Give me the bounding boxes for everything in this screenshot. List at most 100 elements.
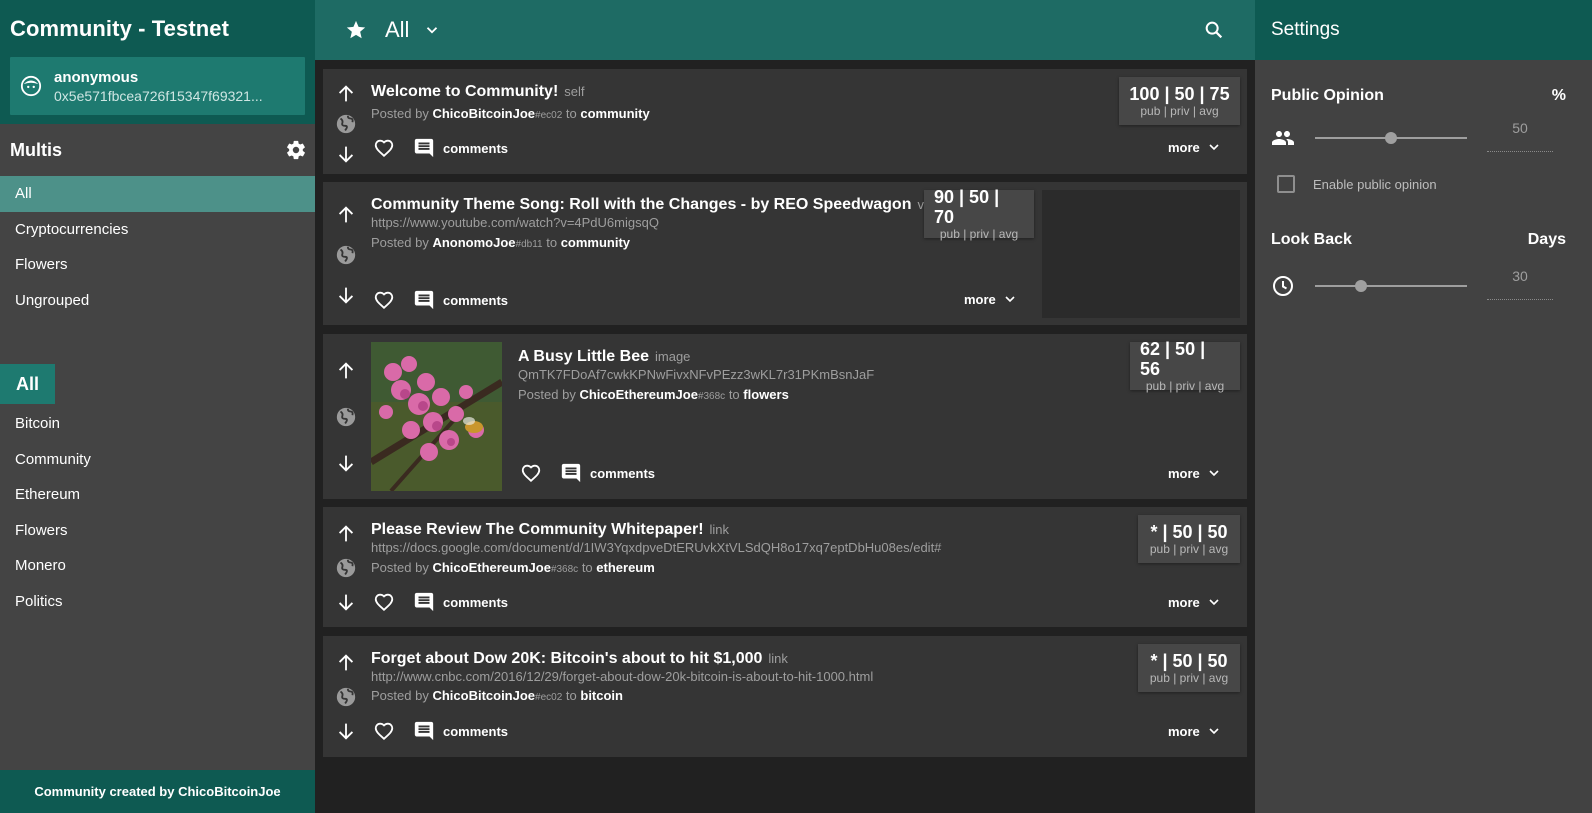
topic-item-community[interactable]: Community <box>0 442 315 478</box>
downvote-arrow-icon[interactable] <box>335 452 357 474</box>
vote-column <box>335 523 357 613</box>
post-title-text[interactable]: Welcome to Community! <box>371 83 558 100</box>
multi-item-all[interactable]: All <box>0 176 315 212</box>
comments-link[interactable]: comments <box>443 724 508 739</box>
post-url[interactable]: https://www.youtube.com/watch?v=4PdU6mig… <box>371 215 659 230</box>
post-title[interactable]: Welcome to Community! self <box>371 83 585 101</box>
post-title-text[interactable]: Please Review The Community Whitepaper! <box>371 521 704 538</box>
upvote-arrow-icon[interactable] <box>335 523 357 545</box>
post-url[interactable]: http://www.cnbc.com/2016/12/29/forget-ab… <box>371 669 873 684</box>
comment-icon[interactable] <box>413 137 435 159</box>
heart-icon[interactable] <box>373 591 395 613</box>
score-values: 90 | 50 | 70 <box>934 187 1000 227</box>
more-label: more <box>1168 594 1200 610</box>
chevron-down-icon[interactable] <box>423 21 441 39</box>
more-label: more <box>1168 723 1200 739</box>
more-button[interactable]: more <box>1168 139 1222 155</box>
post-title-text[interactable]: Forget about Dow 20K: Bitcoin's about to… <box>371 650 762 667</box>
post-community[interactable]: community <box>580 106 649 121</box>
app-title: Community - Testnet <box>10 16 230 41</box>
post-community[interactable]: bitcoin <box>580 688 623 703</box>
user-card[interactable]: anonymous 0x5e571fbcea726f15347f69321... <box>10 57 305 115</box>
post-image-thumbnail[interactable] <box>371 342 502 491</box>
downvote-arrow-icon[interactable] <box>335 591 357 613</box>
public-opinion-value[interactable]: 50 <box>1487 118 1553 152</box>
app-root: Community - Testnet anonymous 0x5e571fbc… <box>0 0 1592 813</box>
public-opinion-slider-thumb[interactable] <box>1385 132 1397 144</box>
search-icon[interactable] <box>1203 19 1225 41</box>
upvote-arrow-icon[interactable] <box>335 83 357 105</box>
multis-list: All Cryptocurrencies Flowers Ungrouped <box>0 176 315 318</box>
multi-item-cryptocurrencies[interactable]: Cryptocurrencies <box>0 212 315 248</box>
heart-icon[interactable] <box>373 289 395 311</box>
comment-icon[interactable] <box>413 720 435 742</box>
look-back-slider[interactable] <box>1315 285 1467 287</box>
post-title-text[interactable]: Community Theme Song: Roll with the Chan… <box>371 196 911 213</box>
topic-item-bitcoin[interactable]: Bitcoin <box>0 406 315 442</box>
topic-item-monero[interactable]: Monero <box>0 548 315 584</box>
post-actions: comments <box>373 591 508 613</box>
more-button[interactable]: more <box>1168 465 1222 481</box>
post-community[interactable]: community <box>561 235 630 250</box>
more-button[interactable]: more <box>1168 723 1222 739</box>
upvote-arrow-icon[interactable] <box>335 652 357 674</box>
enable-public-opinion-checkbox[interactable] <box>1277 175 1295 193</box>
posted-by-label: Posted by <box>371 560 429 575</box>
post-title-text[interactable]: A Busy Little Bee <box>518 348 649 365</box>
topic-item-politics[interactable]: Politics <box>0 584 315 620</box>
post-community[interactable]: flowers <box>743 387 789 402</box>
topic-item-flowers[interactable]: Flowers <box>0 513 315 549</box>
vote-column <box>335 83 357 165</box>
vote-column <box>335 204 357 306</box>
more-button[interactable]: more <box>964 291 1018 307</box>
settings-panel: Settings Public Opinion % 50 Enable publ… <box>1255 0 1592 813</box>
post-url[interactable]: https://docs.google.com/document/d/1IW3Y… <box>371 540 941 555</box>
public-opinion-header: Public Opinion % <box>1255 86 1592 106</box>
post-author-hash: #368c <box>550 564 579 575</box>
comments-link[interactable]: comments <box>443 293 508 308</box>
post-community[interactable]: ethereum <box>596 560 655 575</box>
post-author[interactable]: ChicoBitcoinJoe <box>432 688 535 703</box>
video-thumbnail[interactable] <box>1042 190 1240 318</box>
downvote-arrow-icon[interactable] <box>335 284 357 306</box>
gear-icon[interactable] <box>285 139 307 161</box>
topics-all-button[interactable]: All <box>0 364 55 404</box>
comment-icon[interactable] <box>560 462 582 484</box>
comment-icon[interactable] <box>413 591 435 613</box>
comments-link[interactable]: comments <box>590 466 655 481</box>
post-title[interactable]: Forget about Dow 20K: Bitcoin's about to… <box>371 650 788 668</box>
post-url[interactable]: QmTK7FDoAf7cwkKPNwFivxNFvPEzz3wKL7r31PKm… <box>518 367 874 382</box>
post-author[interactable]: ChicoEthereumJoe <box>579 387 697 402</box>
look-back-value[interactable]: 30 <box>1487 266 1553 300</box>
upvote-arrow-icon[interactable] <box>335 360 357 382</box>
post-author[interactable]: AnonomoJoe <box>432 235 515 250</box>
multi-item-flowers[interactable]: Flowers <box>0 247 315 283</box>
score-caption: pub | priv | avg <box>1145 379 1225 393</box>
post-title[interactable]: A Busy Little Bee image <box>518 348 690 366</box>
topic-item-ethereum[interactable]: Ethereum <box>0 477 315 513</box>
heart-icon[interactable] <box>373 720 395 742</box>
post-card: Welcome to Community! self Posted by Chic… <box>323 69 1247 174</box>
heart-icon[interactable] <box>373 137 395 159</box>
downvote-arrow-icon[interactable] <box>335 720 357 742</box>
post-title[interactable]: Community Theme Song: Roll with the Chan… <box>371 196 949 214</box>
comments-link[interactable]: comments <box>443 595 508 610</box>
post-author-hash: #db11 <box>515 239 543 250</box>
upvote-arrow-icon[interactable] <box>335 204 357 226</box>
comments-link[interactable]: comments <box>443 141 508 156</box>
post-author[interactable]: ChicoEthereumJoe <box>432 560 550 575</box>
user-name: anonymous <box>54 68 139 86</box>
more-button[interactable]: more <box>1168 594 1222 610</box>
post-actions: comments <box>373 289 508 311</box>
globe-icon <box>336 558 356 578</box>
chevron-down-icon <box>1209 470 1219 477</box>
look-back-slider-thumb[interactable] <box>1354 280 1367 292</box>
downvote-arrow-icon[interactable] <box>335 143 357 165</box>
post-title[interactable]: Please Review The Community Whitepaper! l… <box>371 521 729 539</box>
comment-icon[interactable] <box>413 289 435 311</box>
post-author[interactable]: ChicoBitcoinJoe <box>432 106 535 121</box>
heart-icon[interactable] <box>520 462 542 484</box>
more-label: more <box>964 291 996 307</box>
multi-item-ungrouped[interactable]: Ungrouped <box>0 283 315 319</box>
